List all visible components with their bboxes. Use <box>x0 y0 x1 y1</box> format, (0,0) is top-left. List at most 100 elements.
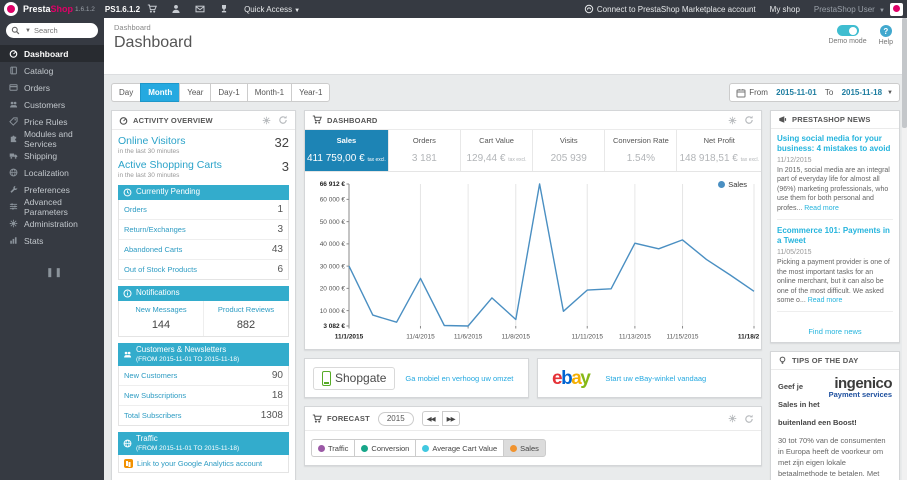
messages-icon[interactable] <box>188 0 212 18</box>
refresh-icon[interactable] <box>742 115 756 125</box>
forecast-toggle-average-cart-value[interactable]: Average Cart Value <box>415 439 504 457</box>
sidebar-search[interactable]: ▼ <box>6 23 98 38</box>
sidebar-item-advanced-parameters[interactable]: Advanced Parameters <box>0 197 104 217</box>
metric-tab-net-profit[interactable]: Net Profit 148 918,51 € tax excl. <box>677 130 761 171</box>
range-button-day[interactable]: Day <box>111 83 141 102</box>
metric-tab-sales[interactable]: Sales 411 759,00 € tax excl. <box>305 130 389 171</box>
gear-icon[interactable] <box>726 116 739 125</box>
range-button-month[interactable]: Month <box>140 83 180 102</box>
breadcrumb: Dashboard <box>114 23 151 32</box>
quick-access-menu[interactable]: Quick Access ▼ <box>244 5 300 14</box>
google-analytics-link[interactable]: Link to your Google Analytics account <box>118 454 289 473</box>
range-button-year[interactable]: Year <box>179 83 211 102</box>
traffic-dot-icon <box>318 444 325 452</box>
read-more-link[interactable]: Read more <box>804 205 839 212</box>
shopgate-banner[interactable]: Shopgate Ga mobiel en verhoog uw omzet <box>304 358 529 398</box>
scrollbar[interactable] <box>902 18 907 480</box>
forecast-next-button[interactable]: ▶▶ <box>441 411 460 426</box>
customer-icon[interactable] <box>164 0 188 18</box>
sidebar-item-customers[interactable]: Customers <box>0 96 104 113</box>
news-list: Using social media for your business: 4 … <box>771 129 899 323</box>
shop-name[interactable]: PS1.6.1.2 <box>105 5 140 14</box>
forecast-toggle-sales[interactable]: Sales <box>503 439 546 457</box>
gear-icon[interactable] <box>260 116 273 125</box>
demo-mode-label: Demo mode <box>828 38 867 45</box>
refresh-icon[interactable] <box>276 115 290 125</box>
sidebar-item-orders[interactable]: Orders <box>0 79 104 96</box>
gear-icon <box>9 219 18 228</box>
calendar-icon <box>736 88 746 98</box>
pending-row-return-exchanges[interactable]: Return/Exchanges 3 <box>119 220 288 240</box>
search-scope-caret-icon[interactable]: ▼ <box>25 28 31 34</box>
help-icon[interactable]: ? <box>879 25 892 37</box>
forecast-toggle-traffic[interactable]: Traffic <box>311 439 355 457</box>
sales-dot-icon <box>510 444 518 452</box>
promo-banners: Shopgate Ga mobiel en verhoog uw omzet e… <box>304 358 762 398</box>
news-article-title[interactable]: Ecommerce 101: Payments in a Tweet <box>777 226 893 246</box>
sales-chart: Sales 66 912 € 60 000 € 50 000 € 40 000 € 30… <box>305 172 771 349</box>
collapse-menu-button[interactable]: ❚❚ <box>46 267 62 278</box>
sidebar-item-dashboard[interactable]: Dashboard <box>0 45 104 62</box>
metric-tab-orders[interactable]: Orders 3 181 <box>389 130 461 171</box>
forecast-legend: Traffic Conversion Average Cart Value Sales <box>305 431 761 465</box>
svg-text:40 000 €: 40 000 € <box>320 241 346 248</box>
customers-row-new-subscriptions[interactable]: New Subscriptions 18 <box>119 386 288 406</box>
ebay-banner[interactable]: ebay Start uw eBay-winkel vandaag <box>537 358 762 398</box>
active-shopping-carts[interactable]: Active Shopping Carts in the last 30 min… <box>118 159 289 179</box>
chevron-down-icon: ▼ <box>887 89 893 96</box>
ebay-link[interactable]: Start uw eBay-winkel vandaag <box>605 374 706 383</box>
conversion-dot-icon <box>361 444 369 452</box>
sidebar-item-stats[interactable]: Stats <box>0 232 104 249</box>
sidebar-item-preferences[interactable]: Preferences <box>0 181 104 198</box>
find-more-news-link[interactable]: Find more news <box>771 323 899 342</box>
notification-new-messages[interactable]: New Messages 144 <box>119 301 203 336</box>
news-article: Ecommerce 101: Payments in a Tweet 11/05/… <box>777 226 893 313</box>
gauge-icon <box>9 49 18 58</box>
sidebar-item-localization[interactable]: Localization <box>0 164 104 181</box>
read-more-link[interactable]: Read more <box>808 297 843 304</box>
currently-pending-list: Orders 1 Return/Exchanges 3 Abandoned Carts 4… <box>118 200 289 280</box>
user-menu[interactable]: PrestaShop User ▼ <box>814 5 885 14</box>
marketplace-link[interactable]: Connect to PrestaShop Marketplace accoun… <box>584 4 756 14</box>
sidebar-item-modules-and-services[interactable]: Modules and Services <box>0 129 104 149</box>
pending-row-orders[interactable]: Orders 1 <box>119 200 288 220</box>
metric-tab-conversion-rate[interactable]: Conversion Rate 1.54% <box>605 130 678 171</box>
demo-mode-toggle[interactable] <box>836 25 859 36</box>
forecast-prev-button[interactable]: ◀◀ <box>421 411 439 426</box>
traffic-header: Traffic (FROM 2015-11-01 TO 2015-11-18) <box>118 431 289 455</box>
range-button-year-1[interactable]: Year-1 <box>291 83 331 102</box>
search-input[interactable] <box>33 26 92 35</box>
gear-icon[interactable] <box>726 414 739 423</box>
sidebar-item-catalog[interactable]: Catalog <box>0 62 104 79</box>
shopgate-link[interactable]: Ga mobiel en verhoog uw omzet <box>405 374 513 383</box>
scrollbar-thumb[interactable] <box>902 18 907 128</box>
avatar[interactable] <box>890 2 903 16</box>
truck-icon <box>9 151 18 160</box>
online-visitors[interactable]: Online Visitors in the last 30 minutes 3… <box>118 135 289 155</box>
forecast-toggle-conversion[interactable]: Conversion <box>354 439 416 457</box>
cart-icon[interactable] <box>140 0 164 18</box>
my-shop-link[interactable]: My shop <box>770 5 800 14</box>
trophy-icon[interactable] <box>212 0 236 18</box>
range-button-day-1[interactable]: Day-1 <box>210 83 247 102</box>
svg-text:11/4/2015: 11/4/2015 <box>406 334 435 341</box>
metric-tab-cart-value[interactable]: Cart Value 129,44 € tax excl. <box>461 130 534 171</box>
svg-text:11/15/2015: 11/15/2015 <box>666 334 698 341</box>
date-range-button[interactable]: From 2015-11-01 To 2015-11-18 ▼ <box>729 83 900 102</box>
notification-product-reviews[interactable]: Product Reviews 882 <box>203 301 288 336</box>
sidebar-item-administration[interactable]: Administration <box>0 215 104 232</box>
metric-tab-visits[interactable]: Visits 205 939 <box>533 130 606 171</box>
svg-text:11/6/2015: 11/6/2015 <box>454 334 483 341</box>
demo-mode-control: Demo mode <box>828 25 867 46</box>
news-article-title[interactable]: Using social media for your business: 4 … <box>777 134 893 154</box>
forecast-year[interactable]: 2015 <box>377 411 414 426</box>
sidebar-item-price-rules[interactable]: Price Rules <box>0 113 104 130</box>
customers-row-new-customers[interactable]: New Customers 90 <box>119 366 288 386</box>
range-button-month-1[interactable]: Month-1 <box>246 83 292 102</box>
pending-row-out-of-stock-products[interactable]: Out of Stock Products 6 <box>119 260 288 279</box>
forecast-panel: FORECAST 2015 ◀◀ ▶▶ Traffic Conversion Ave… <box>304 406 762 466</box>
customers-row-total-subscribers[interactable]: Total Subscribers 1308 <box>119 406 288 425</box>
sidebar-item-shipping[interactable]: Shipping <box>0 147 104 164</box>
refresh-icon[interactable] <box>742 414 756 424</box>
pending-row-abandoned-carts[interactable]: Abandoned Carts 43 <box>119 240 288 260</box>
